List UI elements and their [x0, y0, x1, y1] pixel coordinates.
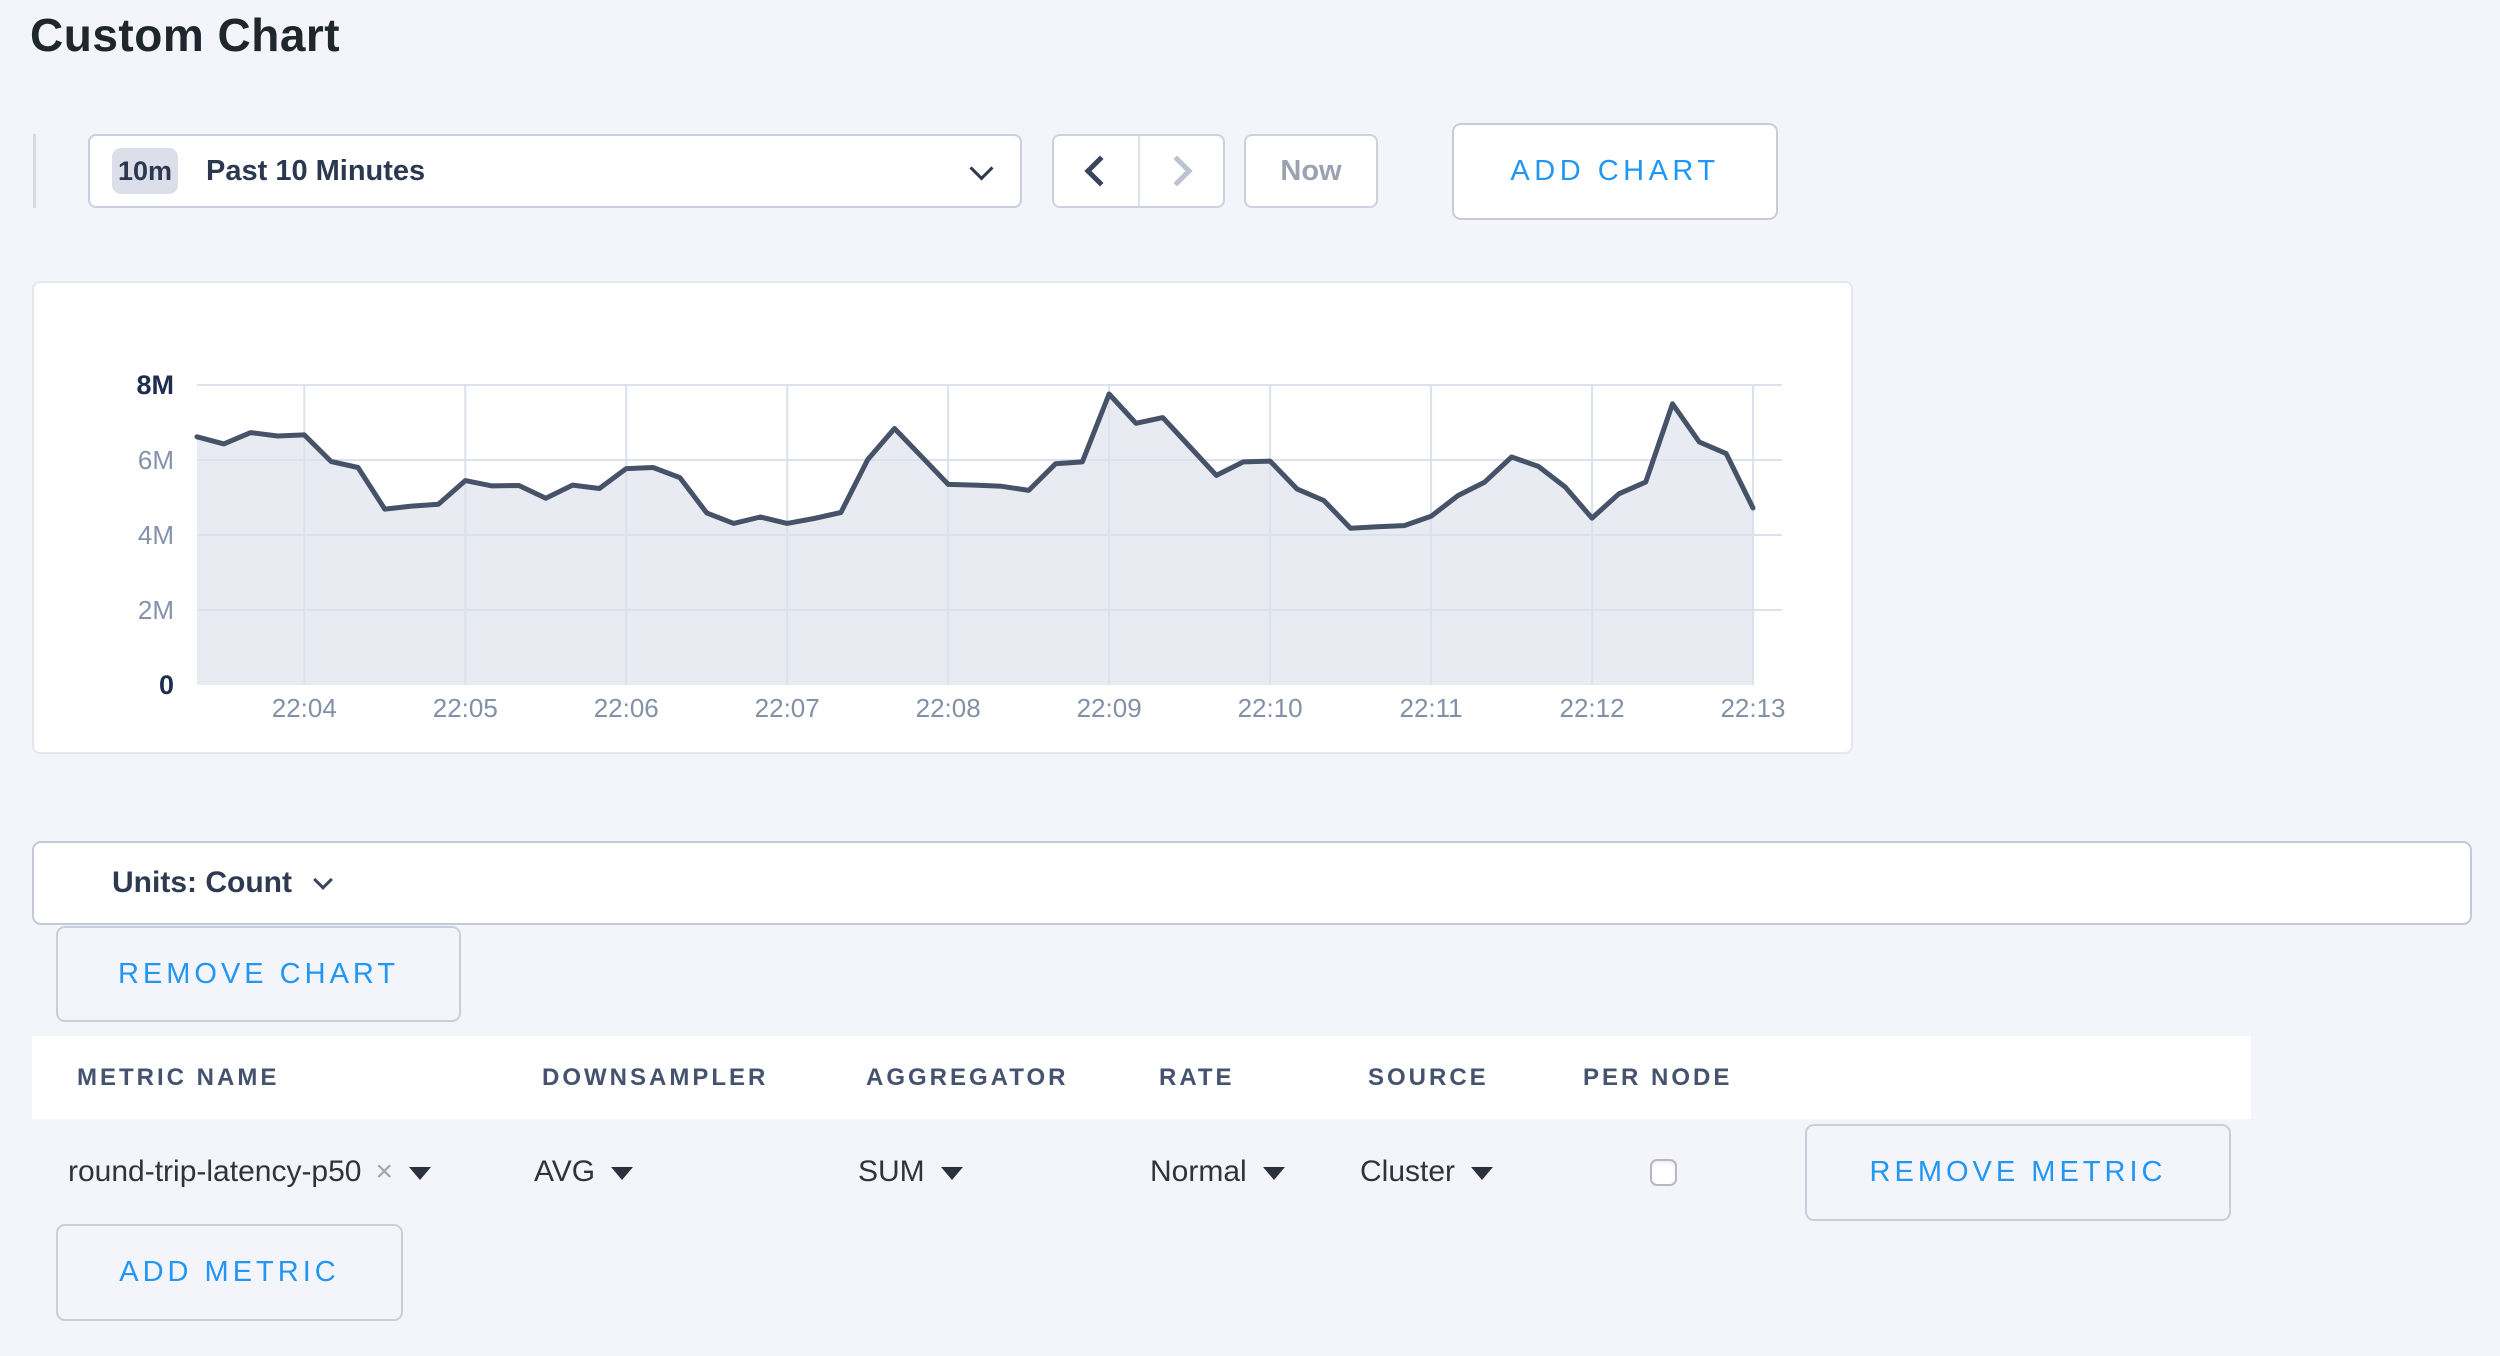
svg-text:22:11: 22:11	[1399, 693, 1462, 723]
caret-down-icon	[611, 1167, 633, 1180]
svg-text:6M: 6M	[138, 445, 174, 475]
remove-metric-button[interactable]: REMOVE METRIC	[1805, 1124, 2231, 1221]
aggregator-select[interactable]: SUM	[858, 1150, 963, 1194]
source-value: Cluster	[1360, 1155, 1455, 1189]
col-header-downsampler: DOWNSAMPLER	[542, 1064, 768, 1092]
per-node-checkbox[interactable]	[1650, 1159, 1677, 1186]
time-range-dropdown[interactable]: 10m Past 10 Minutes	[88, 134, 1022, 208]
svg-text:2M: 2M	[138, 595, 174, 625]
col-header-metric-name: METRIC NAME	[77, 1064, 279, 1092]
caret-down-icon	[1471, 1167, 1493, 1180]
metric-name-select[interactable]: round-trip-latency-p50 ×	[68, 1150, 431, 1194]
caret-down-icon	[409, 1167, 431, 1180]
chart-card: 0 2M 4M 6M 8M 22:04 22:05 22:06 22:07 22:08 22:09 2…	[32, 281, 1853, 754]
caret-down-icon	[941, 1167, 963, 1180]
now-button[interactable]: Now	[1244, 134, 1378, 208]
add-chart-button[interactable]: ADD CHART	[1452, 123, 1778, 220]
svg-text:22:13: 22:13	[1720, 693, 1785, 723]
svg-text:22:10: 22:10	[1238, 693, 1303, 723]
svg-text:22:12: 22:12	[1559, 693, 1624, 723]
svg-text:0: 0	[159, 670, 174, 700]
downsampler-select[interactable]: AVG	[534, 1150, 633, 1194]
svg-text:22:06: 22:06	[594, 693, 659, 723]
caret-down-icon	[1263, 1167, 1285, 1180]
clear-metric-icon[interactable]: ×	[375, 1150, 393, 1194]
col-header-rate: RATE	[1159, 1064, 1235, 1092]
metric-name-value: round-trip-latency-p50	[68, 1155, 361, 1189]
svg-text:22:07: 22:07	[755, 693, 820, 723]
aggregator-value: SUM	[858, 1155, 925, 1189]
metrics-table-header: METRIC NAME DOWNSAMPLER AGGREGATOR RATE …	[32, 1036, 2251, 1119]
col-header-source: SOURCE	[1368, 1064, 1489, 1092]
units-label: Units: Count	[112, 866, 292, 900]
time-forward-button[interactable]	[1140, 136, 1224, 206]
col-header-aggregator: AGGREGATOR	[866, 1064, 1068, 1092]
downsampler-value: AVG	[534, 1155, 595, 1189]
col-header-per-node: PER NODE	[1583, 1064, 1732, 1092]
svg-text:22:08: 22:08	[916, 693, 981, 723]
rate-select[interactable]: Normal	[1150, 1150, 1285, 1194]
chevron-right-icon	[1162, 155, 1193, 186]
remove-chart-button[interactable]: REMOVE CHART	[56, 926, 461, 1022]
page-title: Custom Chart	[30, 8, 340, 62]
metric-area-chart: 0 2M 4M 6M 8M 22:04 22:05 22:06 22:07 22:08 22:09 2…	[34, 283, 1855, 756]
time-back-button[interactable]	[1054, 136, 1140, 206]
svg-text:22:04: 22:04	[272, 693, 337, 723]
svg-text:22:05: 22:05	[433, 693, 498, 723]
time-range-label: Past 10 Minutes	[206, 155, 425, 188]
units-dropdown[interactable]: Units: Count	[32, 841, 2472, 925]
rate-value: Normal	[1150, 1155, 1247, 1189]
source-select[interactable]: Cluster	[1360, 1150, 1493, 1194]
svg-text:4M: 4M	[138, 520, 174, 550]
svg-text:8M: 8M	[136, 370, 174, 400]
time-nav-group	[1052, 134, 1225, 208]
chevron-left-icon	[1084, 155, 1115, 186]
chevron-down-icon	[313, 870, 333, 890]
time-range-badge: 10m	[112, 148, 178, 194]
toolbar-left-rule	[33, 134, 36, 208]
add-metric-button[interactable]: ADD METRIC	[56, 1224, 403, 1321]
svg-text:22:09: 22:09	[1077, 693, 1142, 723]
chevron-down-icon	[969, 156, 993, 180]
